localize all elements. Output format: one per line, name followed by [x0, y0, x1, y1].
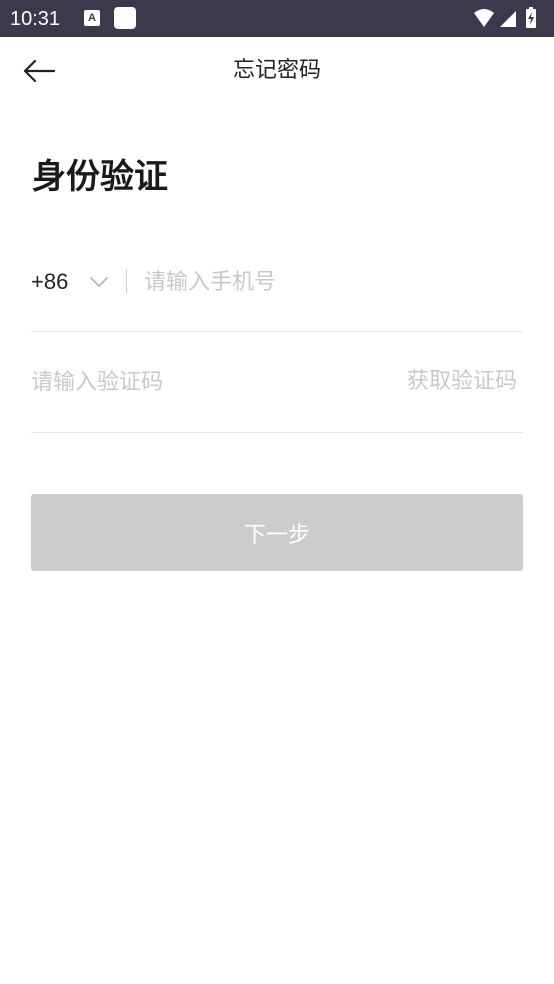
next-button[interactable]: 下一步 — [31, 494, 523, 571]
chevron-down-icon[interactable] — [89, 272, 109, 292]
verification-code-input[interactable] — [31, 366, 361, 398]
code-row: 获取验证码 — [31, 332, 523, 433]
wifi-icon — [474, 9, 494, 27]
cell-signal-icon — [500, 11, 516, 27]
status-bar: 10:31 A — [0, 0, 554, 37]
status-time: 10:31 — [10, 8, 61, 30]
phone-row: +86 — [31, 236, 523, 332]
notification-square-icon — [114, 7, 136, 29]
nav-bar: 忘记密码 — [0, 37, 554, 105]
section-heading: 身份验证 — [32, 157, 168, 197]
get-code-button[interactable]: 获取验证码 — [407, 368, 517, 396]
battery-charging-icon — [526, 7, 536, 28]
notification-a-icon: A — [84, 10, 100, 26]
phone-input[interactable] — [144, 266, 514, 298]
country-code[interactable]: +86 — [31, 268, 68, 296]
vertical-divider — [126, 269, 127, 293]
page-title: 忘记密码 — [232, 58, 321, 83]
system-icons — [472, 7, 544, 29]
